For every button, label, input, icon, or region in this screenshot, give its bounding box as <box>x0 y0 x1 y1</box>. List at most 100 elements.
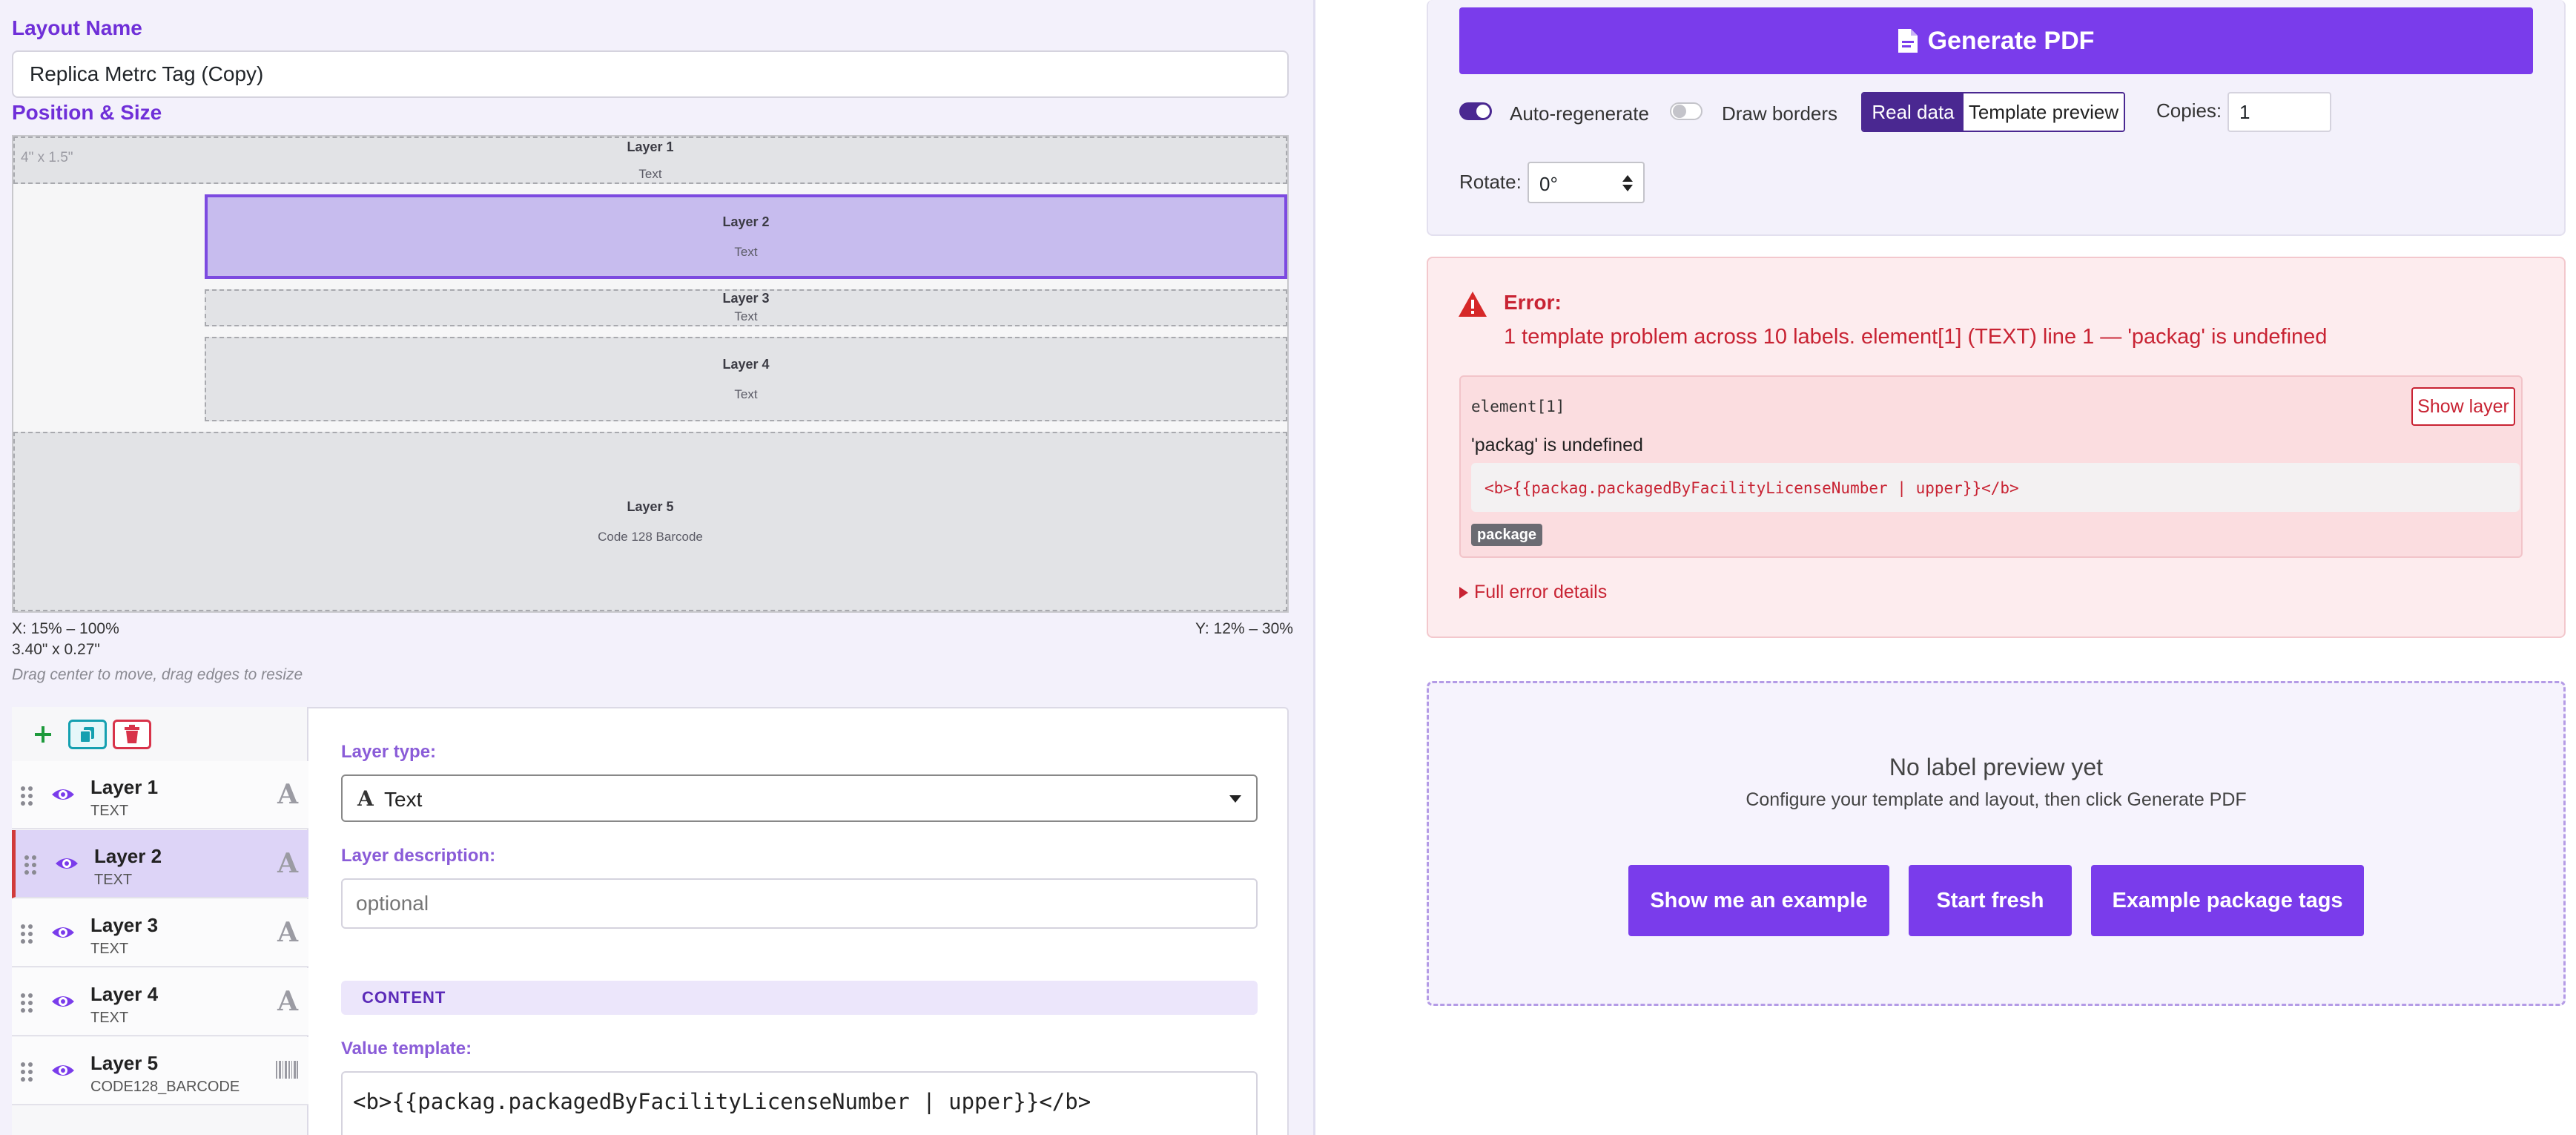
canvas-layer-3[interactable]: Layer 3 Text <box>205 289 1287 326</box>
error-detail-text: 'packag' is undefined <box>1471 435 1643 455</box>
text-type-icon: A <box>277 848 298 879</box>
visibility-eye-icon[interactable] <box>54 852 79 875</box>
preview-title: No label preview yet <box>1889 754 2104 780</box>
label-canvas[interactable]: 4" x 1.5" Layer 1 Text Layer 2 Text Laye… <box>12 135 1289 613</box>
canvas-layer-name: Layer 1 <box>627 139 674 154</box>
canvas-size-text: 4" x 1.5" <box>21 150 73 165</box>
layer-description-label: Layer description: <box>341 846 496 866</box>
layer-description-input[interactable] <box>341 878 1258 929</box>
barcode-type-icon <box>276 1061 298 1079</box>
content-section-header: CONTENT <box>341 981 1258 1015</box>
text-type-icon: A <box>277 779 298 810</box>
copy-icon <box>79 727 94 743</box>
start-fresh-button[interactable]: Start fresh <box>1909 865 2072 936</box>
chevron-down-icon <box>1229 795 1241 803</box>
copies-input[interactable]: 1 <box>2227 92 2331 132</box>
layer-row-type: TEXT <box>90 941 129 957</box>
show-layer-button[interactable]: Show layer <box>2411 387 2515 426</box>
error-element-ref: element[1] <box>1471 398 1565 415</box>
layer-row-type: TEXT <box>90 1010 129 1026</box>
x-range-text: X: 15% – 100% <box>12 620 119 637</box>
canvas-layer-name: Layer 4 <box>722 356 770 372</box>
full-error-details-toggle[interactable]: Full error details <box>1459 582 1607 603</box>
auto-regenerate-toggle[interactable] <box>1459 102 1492 120</box>
layer-type-select[interactable]: A Text <box>341 774 1258 822</box>
value-template-editor[interactable]: <b>{{packag.packagedByFacilityLicenseNum… <box>341 1071 1258 1135</box>
canvas-layer-type: Text <box>734 309 758 323</box>
visibility-eye-icon[interactable] <box>50 921 76 944</box>
canvas-layer-name: Layer 2 <box>722 214 770 229</box>
layer-row-name: Layer 5 <box>90 1052 159 1074</box>
text-type-icon: A <box>277 917 298 948</box>
full-error-details-label: Full error details <box>1474 582 1608 602</box>
template-preview-button[interactable]: Template preview <box>1964 93 2124 131</box>
canvas-layer-type: Code 128 Barcode <box>598 529 703 544</box>
rotate-value: 0° <box>1539 173 1558 195</box>
canvas-layer-name: Layer 3 <box>722 291 770 306</box>
plus-icon <box>35 726 51 743</box>
layer-row-type: TEXT <box>90 803 129 819</box>
canvas-layer-1[interactable]: Layer 1 Text <box>13 136 1287 184</box>
visibility-eye-icon[interactable] <box>50 783 76 806</box>
duplicate-layer-button[interactable] <box>68 720 107 749</box>
layer-row-name: Layer 1 <box>90 776 159 798</box>
delete-layer-button[interactable] <box>113 720 151 749</box>
drag-handle-icon[interactable] <box>19 992 36 1014</box>
show-example-button[interactable]: Show me an example <box>1628 865 1889 936</box>
layer-type-value: Text <box>384 788 423 811</box>
example-package-tags-button[interactable]: Example package tags <box>2091 865 2364 936</box>
layer-row-name: Layer 2 <box>94 845 162 867</box>
canvas-layer-5[interactable]: Layer 5 Code 128 Barcode <box>13 432 1287 611</box>
generate-pdf-label: Generate PDF <box>1927 26 2095 55</box>
canvas-layer-type: Text <box>734 244 758 259</box>
preview-subtitle: Configure your template and layout, then… <box>1746 789 2247 810</box>
layer-row-3[interactable]: Layer 3 TEXT A <box>12 899 308 967</box>
copies-label: Copies: <box>2156 99 2222 122</box>
layout-name-label: Layout Name <box>12 16 142 39</box>
dimensions-text: 3.40" x 0.27" <box>12 641 100 658</box>
layer-type-label: Layer type: <box>341 742 437 762</box>
label-preview-card <box>1427 681 2566 1006</box>
draw-borders-toggle[interactable] <box>1670 102 1703 120</box>
drag-hint-text: Drag center to move, drag edges to resiz… <box>12 666 303 683</box>
drag-handle-icon[interactable] <box>23 854 39 876</box>
caret-right-icon <box>1459 586 1468 599</box>
error-code-snippet: <b>{{packag.packagedByFacilityLicenseNum… <box>1471 463 2520 512</box>
text-type-icon: A <box>357 786 374 811</box>
layer-row-5[interactable]: Layer 5 CODE128_BARCODE <box>12 1037 308 1105</box>
layer-row-1[interactable]: Layer 1 TEXT A <box>12 761 308 829</box>
layer-row-name: Layer 4 <box>90 983 159 1005</box>
canvas-layer-2[interactable]: Layer 2 Text <box>205 194 1287 279</box>
canvas-layer-type: Text <box>734 386 758 401</box>
drag-handle-icon[interactable] <box>19 785 36 807</box>
drag-handle-icon[interactable] <box>19 1061 36 1083</box>
layer-row-4[interactable]: Layer 4 TEXT A <box>12 968 308 1036</box>
layout-name-input[interactable]: Replica Metrc Tag (Copy) <box>12 50 1289 98</box>
visibility-eye-icon[interactable] <box>50 1059 76 1082</box>
text-type-icon: A <box>277 986 298 1017</box>
error-message: 1 template problem across 10 labels. ele… <box>1504 325 2328 349</box>
visibility-eye-icon[interactable] <box>50 990 76 1013</box>
layer-row-name: Layer 3 <box>90 914 159 936</box>
position-size-label: Position & Size <box>12 101 162 124</box>
trash-icon <box>125 725 139 743</box>
layer-row-2[interactable]: Layer 2 TEXT A <box>12 830 308 898</box>
data-mode-segmented: Real data Template preview <box>1861 92 2125 132</box>
value-template-label: Value template: <box>341 1039 472 1059</box>
add-layer-button[interactable] <box>24 720 62 749</box>
pdf-file-icon <box>1898 29 1918 53</box>
error-title: Error: <box>1504 291 1562 314</box>
warning-triangle-icon <box>1459 292 1487 317</box>
layer-row-type: TEXT <box>94 872 133 888</box>
layer-row-type: CODE128_BARCODE <box>90 1079 240 1095</box>
canvas-layer-type: Text <box>638 167 662 181</box>
draw-borders-label: Draw borders <box>1722 102 1838 125</box>
canvas-layer-4[interactable]: Layer 4 Text <box>205 337 1287 421</box>
real-data-button[interactable]: Real data <box>1863 93 1964 131</box>
canvas-layer-name: Layer 5 <box>627 499 674 514</box>
select-arrows-icon <box>1622 175 1633 191</box>
generate-pdf-button[interactable]: Generate PDF <box>1459 7 2533 74</box>
drag-handle-icon[interactable] <box>19 923 36 945</box>
rotate-label: Rotate: <box>1459 171 1522 193</box>
rotate-select[interactable]: 0° <box>1528 162 1645 203</box>
